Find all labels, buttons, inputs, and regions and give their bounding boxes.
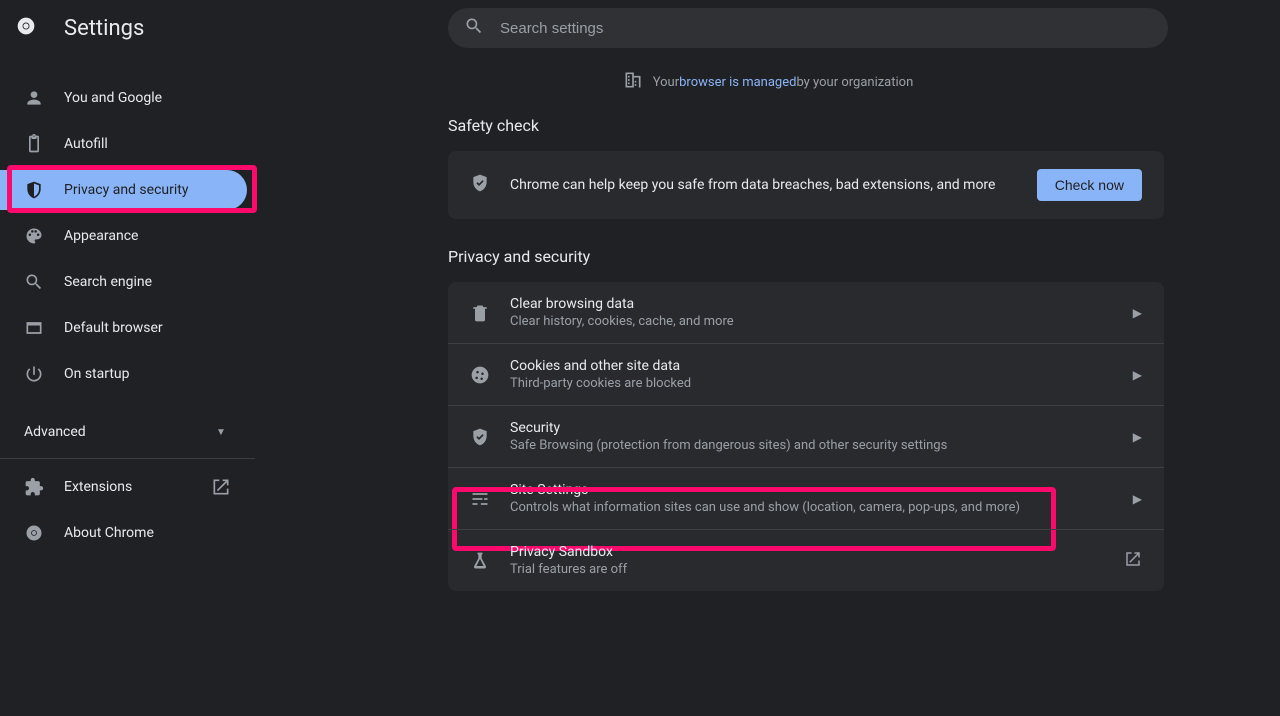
sidebar-item-autofill[interactable]: Autofill xyxy=(0,124,255,164)
main-content: Your browser is managed by your organiza… xyxy=(256,56,1280,716)
sidebar-item-label: Extensions xyxy=(64,479,132,495)
safety-check-text: Chrome can help keep you safe from data … xyxy=(510,177,1037,193)
chevron-right-icon: ▶ xyxy=(1133,492,1142,506)
search-container[interactable] xyxy=(448,8,1168,48)
shield-check-icon xyxy=(470,173,490,197)
cookie-icon xyxy=(470,365,490,385)
search-input[interactable] xyxy=(500,20,1152,37)
row-title: Clear browsing data xyxy=(510,296,1133,312)
palette-icon xyxy=(24,226,44,246)
sidebar-item-label: About Chrome xyxy=(64,525,154,541)
browser-icon xyxy=(24,318,44,338)
chrome-logo-icon xyxy=(16,16,40,40)
sidebar-item-about-chrome[interactable]: About Chrome xyxy=(0,513,255,553)
puzzle-icon xyxy=(24,477,44,497)
sidebar-item-label: Autofill xyxy=(64,136,108,152)
section-title-safety: Safety check xyxy=(448,116,1164,135)
row-clear-browsing-data[interactable]: Clear browsing data Clear history, cooki… xyxy=(448,282,1164,343)
shield-icon xyxy=(24,180,44,200)
sidebar-item-on-startup[interactable]: On startup xyxy=(0,354,255,394)
sidebar-item-privacy-security[interactable]: Privacy and security xyxy=(0,170,247,210)
safety-check-card: Chrome can help keep you safe from data … xyxy=(448,151,1164,219)
search-icon xyxy=(464,16,484,40)
search-icon xyxy=(24,272,44,292)
row-sub: Trial features are off xyxy=(510,562,1124,577)
chevron-down-icon: ▼ xyxy=(211,427,231,438)
sidebar-item-appearance[interactable]: Appearance xyxy=(0,216,255,256)
row-title: Privacy Sandbox xyxy=(510,544,1124,560)
row-title: Security xyxy=(510,420,1133,436)
sidebar-item-label: Privacy and security xyxy=(64,182,188,198)
sidebar-item-default-browser[interactable]: Default browser xyxy=(0,308,255,348)
check-now-button[interactable]: Check now xyxy=(1037,169,1142,201)
row-sub: Clear history, cookies, cache, and more xyxy=(510,314,1133,329)
row-title: Cookies and other site data xyxy=(510,358,1133,374)
sidebar-item-label: You and Google xyxy=(64,90,162,106)
sidebar-item-search-engine[interactable]: Search engine xyxy=(0,262,255,302)
row-sub: Safe Browsing (protection from dangerous… xyxy=(510,438,1133,453)
shield-check-icon xyxy=(470,427,490,447)
app-header: Settings xyxy=(0,0,1280,56)
sidebar: You and Google Autofill Privacy and secu… xyxy=(0,56,256,716)
person-icon xyxy=(24,88,44,108)
sidebar-item-label: Appearance xyxy=(64,228,138,244)
open-external-icon xyxy=(211,477,231,497)
sidebar-item-label: Default browser xyxy=(64,320,163,336)
advanced-label: Advanced xyxy=(24,424,86,440)
sidebar-item-you-and-google[interactable]: You and Google xyxy=(0,78,255,118)
tune-icon xyxy=(470,489,490,509)
section-title-privacy: Privacy and security xyxy=(448,247,1164,266)
chrome-icon xyxy=(24,523,44,543)
managed-suffix: by your organization xyxy=(796,75,913,90)
row-title: Site Settings xyxy=(510,482,1133,498)
managed-link[interactable]: browser is managed xyxy=(679,75,796,90)
flask-icon xyxy=(470,551,490,571)
building-icon xyxy=(623,70,643,94)
chevron-right-icon: ▶ xyxy=(1133,306,1142,320)
chevron-right-icon: ▶ xyxy=(1133,430,1142,444)
page-title: Settings xyxy=(64,16,144,41)
sidebar-item-label: Search engine xyxy=(64,274,152,290)
managed-prefix: Your xyxy=(653,75,679,90)
row-sub: Controls what information sites can use … xyxy=(510,500,1133,515)
clipboard-icon xyxy=(24,134,44,154)
power-icon xyxy=(24,364,44,384)
sidebar-divider xyxy=(0,458,255,459)
sidebar-advanced-toggle[interactable]: Advanced ▼ xyxy=(0,408,255,448)
row-privacy-sandbox[interactable]: Privacy Sandbox Trial features are off xyxy=(448,529,1164,591)
privacy-card: Clear browsing data Clear history, cooki… xyxy=(448,282,1164,591)
sidebar-item-extensions[interactable]: Extensions xyxy=(0,467,255,507)
row-cookies[interactable]: Cookies and other site data Third-party … xyxy=(448,343,1164,405)
open-external-icon xyxy=(1124,550,1142,572)
sidebar-item-label: On startup xyxy=(64,366,130,382)
row-site-settings[interactable]: Site Settings Controls what information … xyxy=(448,467,1164,529)
row-security[interactable]: Security Safe Browsing (protection from … xyxy=(448,405,1164,467)
chevron-right-icon: ▶ xyxy=(1133,368,1142,382)
row-sub: Third-party cookies are blocked xyxy=(510,376,1133,391)
managed-banner: Your browser is managed by your organiza… xyxy=(256,56,1280,112)
trash-icon xyxy=(470,303,490,323)
